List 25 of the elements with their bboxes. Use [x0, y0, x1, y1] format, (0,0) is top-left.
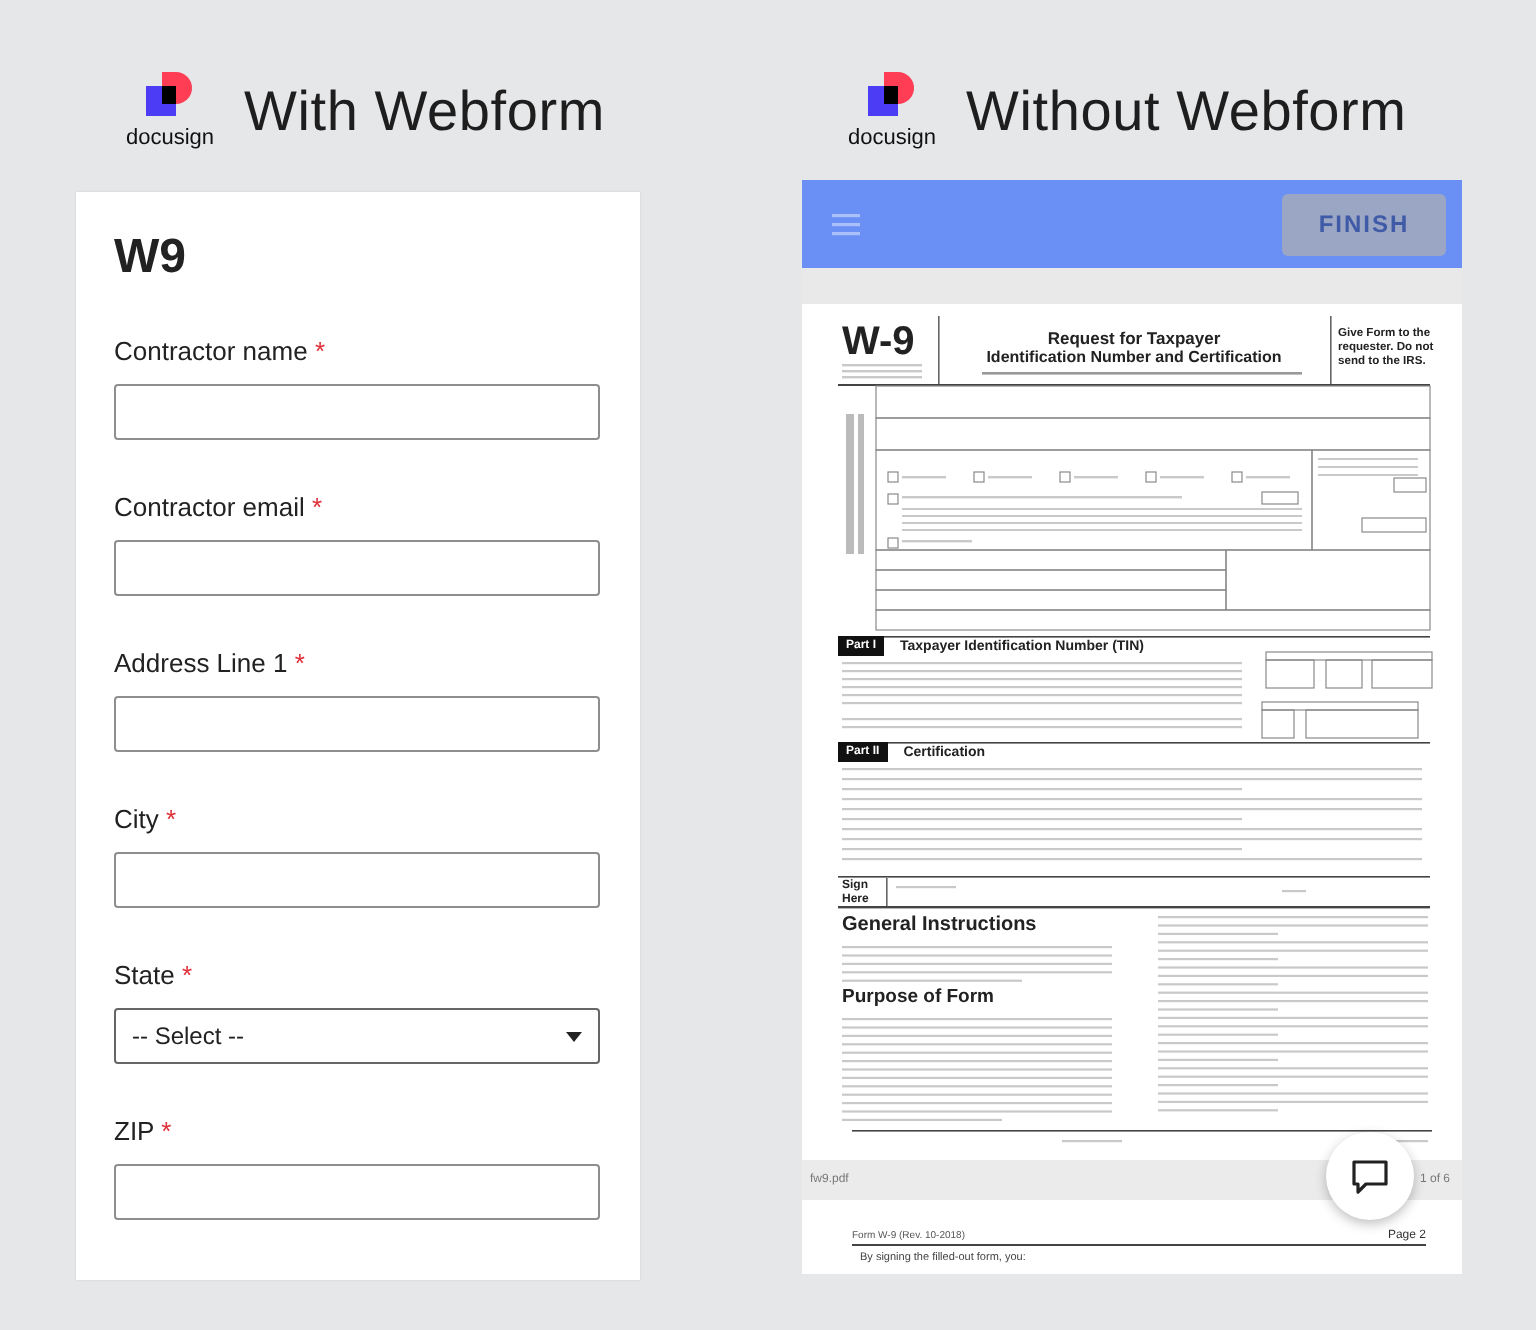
- field-label: Contractor name *: [114, 336, 326, 368]
- input-field[interactable]: [114, 696, 600, 752]
- field-label: Contractor email *: [114, 492, 323, 524]
- field-label: City *: [114, 804, 177, 836]
- caret-icon: [566, 1031, 582, 1041]
- document-title: Identification Number and Certification: [986, 348, 1282, 368]
- panel-title: Without Webform: [966, 79, 1407, 143]
- field-label: ZIP *: [114, 1116, 172, 1148]
- chat-bubble-icon: [1352, 1159, 1388, 1193]
- panel-title: With Webform: [244, 80, 605, 144]
- logo-wordmark: docusign: [125, 126, 215, 152]
- form-heading: W9: [114, 228, 186, 288]
- section-heading: Purpose of Form: [842, 986, 995, 1010]
- field-label: State *: [114, 960, 193, 992]
- input-field[interactable]: [114, 852, 600, 908]
- menu-icon[interactable]: [832, 213, 860, 235]
- state-dropdown[interactable]: -- Select --: [114, 1008, 600, 1064]
- logo-wordmark: docusign: [847, 125, 937, 151]
- input-field[interactable]: [114, 540, 600, 596]
- field-label: Address Line 1 *: [114, 648, 305, 680]
- input-field[interactable]: [114, 1164, 600, 1220]
- document-title: Request for Taxpayer: [1047, 328, 1221, 348]
- form-number: W-9: [842, 320, 915, 364]
- input-field[interactable]: [114, 384, 600, 440]
- section-heading: General Instructions: [842, 914, 1037, 938]
